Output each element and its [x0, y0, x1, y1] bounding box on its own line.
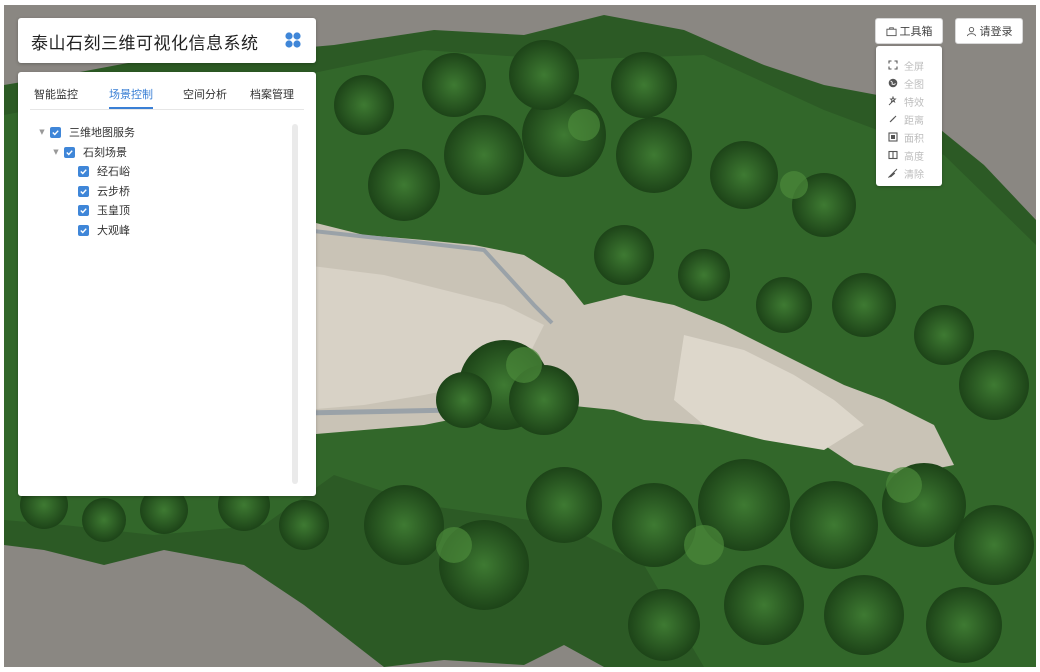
area-icon	[888, 132, 898, 142]
panel-scrollbar[interactable]	[292, 124, 298, 484]
height-icon	[888, 150, 898, 160]
check-icon	[80, 207, 87, 214]
checkbox-item[interactable]	[78, 165, 89, 177]
tree-item[interactable]: 云步桥	[78, 183, 130, 199]
checkbox-root[interactable]	[50, 126, 61, 138]
app-title-box: 泰山石刻三维可视化信息系统	[18, 18, 316, 63]
checkbox-item[interactable]	[78, 224, 89, 236]
tree-label-root: 三维地图服务	[69, 126, 135, 139]
tree-item[interactable]: 经石峪	[78, 163, 130, 179]
tool-label: 全屏	[904, 61, 924, 73]
tool-fullscreen[interactable]: 全屏	[888, 58, 924, 73]
panel-tabs: 智能监控 场景控制 空间分析 档案管理	[18, 86, 316, 109]
collapse-caret-icon[interactable]: ▼	[52, 148, 60, 156]
tree-label-item: 云步桥	[97, 185, 130, 198]
tree-item[interactable]: 大观峰	[78, 222, 130, 238]
tab-archive-management[interactable]: 档案管理	[250, 86, 294, 102]
tab-smart-monitoring[interactable]: 智能监控	[34, 86, 78, 102]
login-label: 请登录	[979, 25, 1013, 38]
collapse-caret-icon[interactable]: ▼	[38, 128, 46, 136]
tool-effects[interactable]: 特效	[888, 94, 924, 109]
tool-full-extent[interactable]: 全图	[888, 76, 924, 91]
checkbox-item[interactable]	[78, 204, 89, 216]
login-button[interactable]: 请登录	[955, 18, 1023, 44]
tree-node-root[interactable]: ▼ 三维地图服务	[38, 124, 135, 140]
tool-label: 距离	[904, 115, 924, 127]
tabs-divider	[30, 109, 304, 110]
tree-node-group[interactable]: ▼ 石刻场景	[52, 144, 127, 160]
apps-grid-icon[interactable]	[284, 31, 302, 49]
tab-scene-control[interactable]: 场景控制	[109, 86, 153, 109]
control-panel: 智能监控 场景控制 空间分析 档案管理 ▼ 三维地图服务 ▼ 石刻场景 经石峪 …	[18, 72, 316, 496]
tools-menu: 全屏 全图 特效 距离 面积 高度 清除	[876, 46, 942, 186]
tab-spatial-analysis[interactable]: 空间分析	[183, 86, 227, 102]
tool-label: 全图	[904, 79, 924, 91]
user-icon	[966, 26, 976, 36]
checkbox-item[interactable]	[78, 185, 89, 197]
check-icon	[52, 129, 59, 136]
toolbox-icon	[885, 26, 897, 36]
tool-distance[interactable]: 距离	[888, 112, 924, 127]
toolbox-label: 工具箱	[899, 25, 933, 38]
checkbox-group[interactable]	[64, 146, 75, 158]
tree-label-group: 石刻场景	[83, 146, 127, 159]
fullscreen-icon	[888, 60, 898, 70]
effects-icon	[888, 96, 897, 106]
tool-label: 面积	[904, 133, 924, 145]
toolbox-button[interactable]: 工具箱	[875, 18, 943, 44]
tree-label-item: 玉皇顶	[97, 204, 130, 217]
check-icon	[80, 168, 87, 175]
tree-label-item: 经石峪	[97, 165, 130, 178]
globe-icon	[888, 78, 898, 88]
tool-clear[interactable]: 清除	[888, 166, 924, 181]
tool-label: 清除	[904, 169, 924, 181]
tree-label-item: 大观峰	[97, 224, 130, 237]
tool-area[interactable]: 面积	[888, 130, 924, 145]
ruler-icon	[889, 115, 897, 123]
clear-icon	[888, 168, 898, 178]
tree-item[interactable]: 玉皇顶	[78, 202, 130, 218]
check-icon	[80, 227, 87, 234]
app-title: 泰山石刻三维可视化信息系统	[31, 34, 259, 54]
tool-label: 特效	[904, 97, 924, 109]
tool-height[interactable]: 高度	[888, 148, 924, 163]
check-icon	[66, 149, 73, 156]
tool-label: 高度	[904, 151, 924, 163]
check-icon	[80, 188, 87, 195]
